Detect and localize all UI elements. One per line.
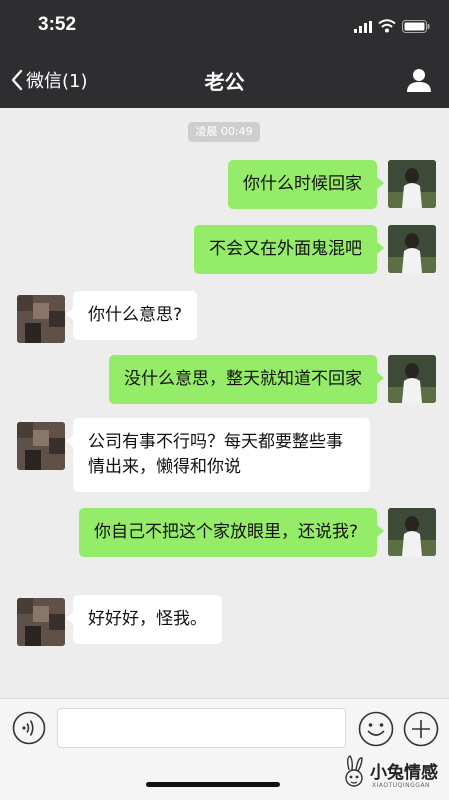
- watermark-subtext: XIAOTUQINGGAN: [372, 782, 431, 789]
- chat-area[interactable]: 凌晨 00:49 你什么时候回家 不会又在外面鬼混吧 你什么意思? 没什么意思，…: [0, 108, 449, 698]
- back-label: 微信(1): [26, 71, 88, 92]
- chevron-left-icon: [11, 69, 23, 91]
- status-bar: 3:52: [0, 0, 449, 52]
- message-bubble-outgoing[interactable]: 不会又在外面鬼混吧: [194, 225, 384, 274]
- watermark: 小兔情感 XIAOTUQINGGAN: [340, 752, 444, 796]
- battery-icon: [402, 20, 430, 33]
- home-indicator: [146, 782, 280, 787]
- voice-input-icon[interactable]: [12, 711, 46, 745]
- message-input[interactable]: [57, 708, 346, 748]
- contact-avatar[interactable]: [17, 295, 65, 343]
- plus-icon[interactable]: [403, 711, 439, 747]
- back-button[interactable]: 微信(1): [10, 66, 88, 94]
- message-bubble-incoming[interactable]: 你什么意思?: [65, 291, 198, 340]
- self-avatar[interactable]: [388, 225, 436, 273]
- emoji-icon[interactable]: [358, 711, 394, 747]
- status-time: 3:52: [38, 14, 77, 35]
- wifi-icon: [378, 19, 396, 33]
- message-bubble-outgoing[interactable]: 没什么意思，整天就知道不回家: [109, 355, 384, 404]
- self-avatar[interactable]: [388, 508, 436, 556]
- cellular-signal-icon: [354, 21, 372, 33]
- watermark-text: 小兔情感: [370, 763, 438, 783]
- self-avatar[interactable]: [388, 355, 436, 403]
- message-timestamp: 凌晨 00:49: [188, 122, 260, 142]
- self-avatar[interactable]: [388, 160, 436, 208]
- message-bubble-outgoing[interactable]: 你什么时候回家: [228, 160, 384, 209]
- contact-profile-icon[interactable]: [406, 67, 432, 93]
- contact-avatar[interactable]: [17, 422, 65, 470]
- contact-avatar[interactable]: [17, 598, 65, 646]
- nav-bar: 微信(1) 老公: [0, 52, 449, 108]
- rabbit-logo-icon: [345, 755, 363, 787]
- message-bubble-outgoing[interactable]: 你自己不把这个家放眼里，还说我?: [79, 508, 384, 557]
- message-bubble-incoming[interactable]: 公司有事不行吗？每天都要整些事情出来，懒得和你说: [66, 418, 370, 492]
- message-bubble-incoming[interactable]: 好好好，怪我。: [66, 595, 222, 644]
